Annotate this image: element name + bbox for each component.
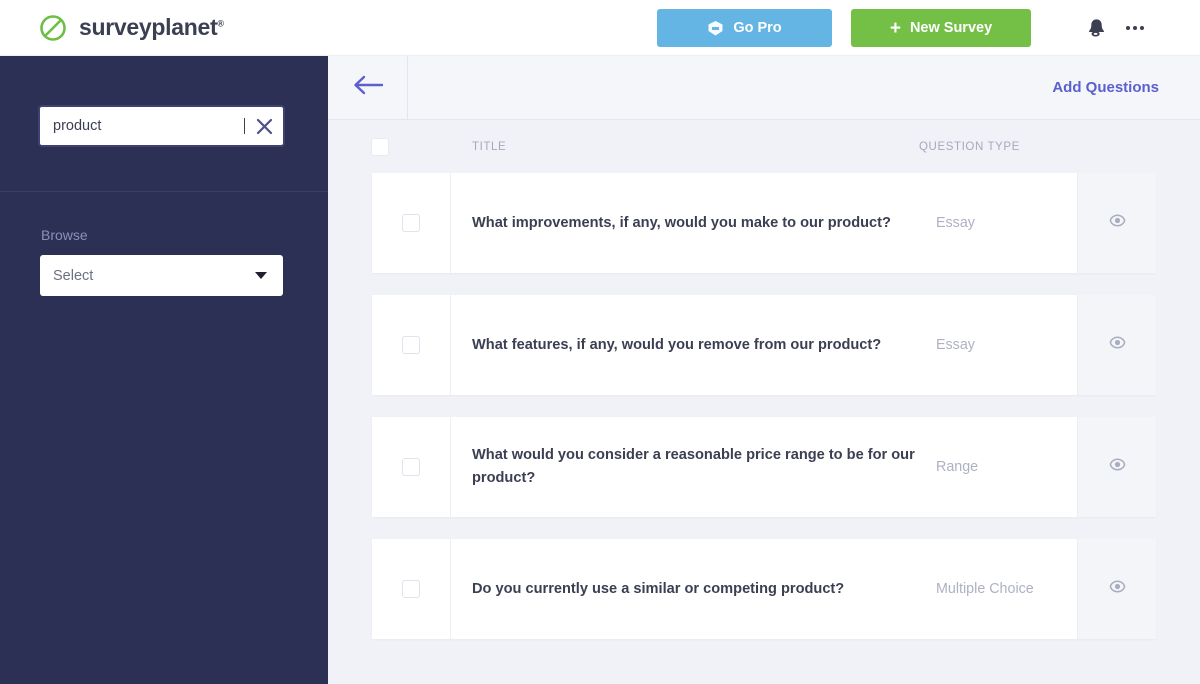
arrow-left-icon [351,72,385,103]
back-button[interactable] [328,55,408,120]
content-header: Add Questions [328,55,1200,120]
question-type: Essay [936,337,975,353]
new-survey-label: New Survey [909,20,993,36]
close-icon[interactable] [245,107,283,145]
row-checkbox-cell [372,173,451,273]
browse-select[interactable]: Select [40,255,283,296]
preview-button[interactable] [1077,173,1156,273]
bell-icon[interactable] [1084,16,1108,40]
question-type: Range [936,459,979,475]
plus-icon: + [889,17,901,39]
question-title: What would you consider a reasonable pri… [472,447,915,486]
badge-icon [707,20,724,37]
add-questions-link[interactable]: Add Questions [1052,79,1159,96]
eye-icon [1108,577,1127,601]
surveyplanet-logo-icon [38,13,68,43]
main-content: Add Questions TITLE QUESTION TYPE What i… [328,55,1200,684]
table-header-row: TITLE QUESTION TYPE [328,120,1200,173]
select-all-cell [371,137,451,156]
ellipsis-icon[interactable] [1122,16,1148,40]
header-actions: Go Pro + New Survey [657,9,1031,47]
table-row[interactable]: What features, if any, would you remove … [372,295,1156,395]
table-row[interactable]: What improvements, if any, would you mak… [372,173,1156,273]
row-checkbox-cell [372,295,451,395]
search-field-wrapper[interactable] [40,107,283,145]
chevron-down-icon [255,272,267,279]
go-pro-label: Go Pro [733,20,782,36]
brand-name-text: surveyplanet [79,14,218,40]
row-checkbox-cell [372,539,451,639]
app-header: surveyplanet® Go Pro + New Survey [0,0,1200,56]
row-content: What improvements, if any, would you mak… [451,173,1077,273]
question-title: What features, if any, would you remove … [472,336,882,353]
brand-trademark: ® [217,18,224,29]
sidebar: Browse Select [0,56,328,684]
brand-logo-group[interactable]: surveyplanet® [38,13,224,43]
row-checkbox[interactable] [402,458,420,476]
go-pro-button[interactable]: Go Pro [657,9,832,47]
search-input[interactable] [40,118,245,134]
dot [1126,26,1130,30]
browse-select-value: Select [53,267,94,284]
eye-icon [1108,455,1127,479]
select-all-checkbox[interactable] [371,137,389,156]
question-list: What improvements, if any, would you mak… [328,173,1200,639]
row-checkbox[interactable] [402,336,420,354]
eye-icon [1108,333,1127,357]
preview-button[interactable] [1077,295,1156,395]
question-title: Do you currently use a similar or compet… [472,580,845,597]
column-header-title: TITLE [472,140,507,153]
brand-name: surveyplanet® [79,14,224,41]
sidebar-browse-section: Browse Select [0,192,328,296]
row-content: What features, if any, would you remove … [451,295,1077,395]
row-checkbox[interactable] [402,214,420,232]
table-row[interactable]: What would you consider a reasonable pri… [372,417,1156,517]
table-row[interactable]: Do you currently use a similar or compet… [372,539,1156,639]
browse-label: Browse [41,227,88,243]
row-checkbox-cell [372,417,451,517]
row-content: Do you currently use a similar or compet… [451,539,1077,639]
row-content: What would you consider a reasonable pri… [451,417,1077,517]
preview-button[interactable] [1077,417,1156,517]
question-title: What improvements, if any, would you mak… [472,214,891,231]
question-type: Essay [936,215,975,231]
new-survey-button[interactable]: + New Survey [851,9,1031,47]
row-checkbox[interactable] [402,580,420,598]
dot [1133,26,1137,30]
preview-button[interactable] [1077,539,1156,639]
column-header-question-type: QUESTION TYPE [919,140,1020,153]
eye-icon [1108,211,1127,235]
question-type: Multiple Choice [936,581,1034,597]
sidebar-search-section [0,56,328,192]
dot [1140,26,1144,30]
